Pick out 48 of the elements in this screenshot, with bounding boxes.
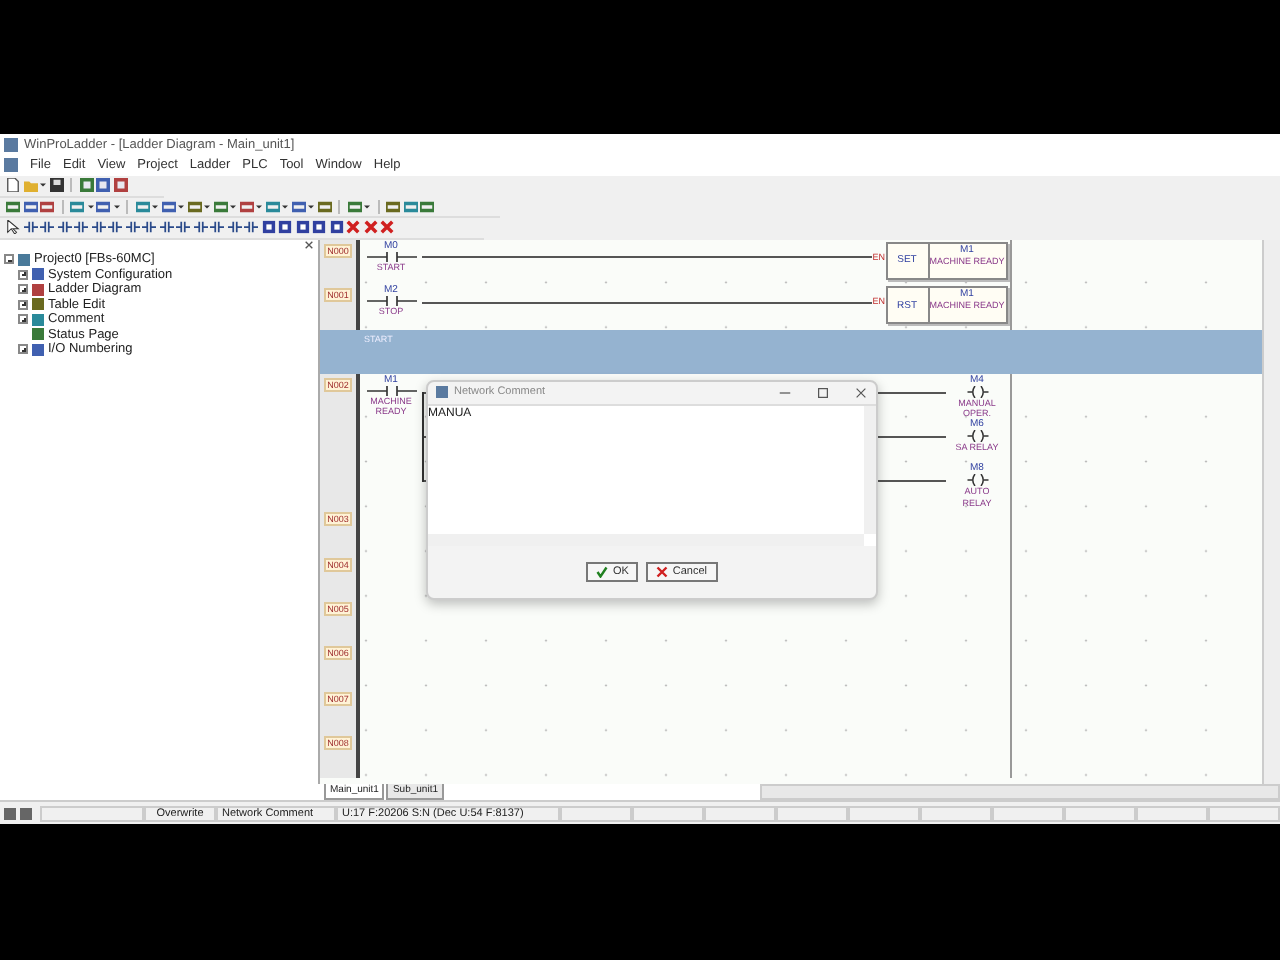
ladder-tool-icon[interactable]	[108, 220, 122, 235]
vertical-scrollbar[interactable]	[864, 405, 876, 534]
ladder-tool-icon[interactable]	[91, 220, 105, 235]
cross-icon	[656, 565, 669, 578]
delete-icon[interactable]	[363, 220, 377, 235]
coil-symbol[interactable]	[963, 474, 991, 487]
horizontal-scrollbar[interactable]	[428, 533, 864, 546]
horizontal-scrollbar[interactable]	[760, 784, 1280, 801]
collapse-box[interactable]	[4, 254, 14, 265]
save-icon[interactable]	[49, 178, 63, 193]
expand-box[interactable]	[18, 269, 28, 280]
expand-box[interactable]	[18, 314, 28, 325]
coil-symbol[interactable]	[963, 385, 991, 398]
toolbar-icon[interactable]	[261, 220, 275, 235]
app-icon	[436, 386, 448, 399]
expand-box[interactable]	[18, 344, 28, 355]
ladder-tool-icon[interactable]	[210, 220, 224, 235]
project-icon	[18, 253, 30, 266]
contact-symbol[interactable]	[361, 296, 421, 307]
contact-symbol[interactable]	[361, 251, 421, 262]
ladder-tool-icon[interactable]	[193, 220, 207, 235]
close-icon[interactable]	[854, 385, 868, 400]
toolbar-icon[interactable]	[278, 220, 292, 235]
close-icon[interactable]	[304, 239, 314, 250]
ladder-tool-icon[interactable]	[40, 220, 54, 235]
delete-icon[interactable]	[346, 220, 360, 235]
toolbar-icon[interactable]	[347, 199, 361, 214]
pointer-icon[interactable]	[6, 220, 20, 235]
check-icon	[596, 565, 609, 578]
ladder-tool-icon[interactable]	[74, 220, 88, 235]
ladder-tool-icon[interactable]	[125, 220, 139, 235]
expand-box[interactable]	[18, 284, 28, 295]
document-icon[interactable]	[6, 178, 20, 193]
contact-symbol[interactable]	[361, 386, 421, 397]
delete-icon[interactable]	[380, 220, 394, 235]
toolbar-icon[interactable]	[312, 220, 326, 235]
toolbar-icon[interactable]	[295, 220, 309, 235]
ladder-tool-icon[interactable]	[244, 220, 258, 235]
expand-box[interactable]	[18, 299, 28, 310]
ladder-tool-icon[interactable]	[57, 220, 71, 235]
coil-symbol[interactable]	[963, 429, 991, 442]
ladder-tool-icon[interactable]	[176, 220, 190, 235]
ladder-tool-icon[interactable]	[23, 220, 37, 235]
ladder-tool-icon[interactable]	[159, 220, 173, 235]
maximize-icon[interactable]	[816, 385, 830, 400]
ladder-tool-icon[interactable]	[227, 220, 241, 235]
ladder-tool-icon[interactable]	[142, 220, 156, 235]
toolbar-icon[interactable]	[329, 220, 343, 235]
